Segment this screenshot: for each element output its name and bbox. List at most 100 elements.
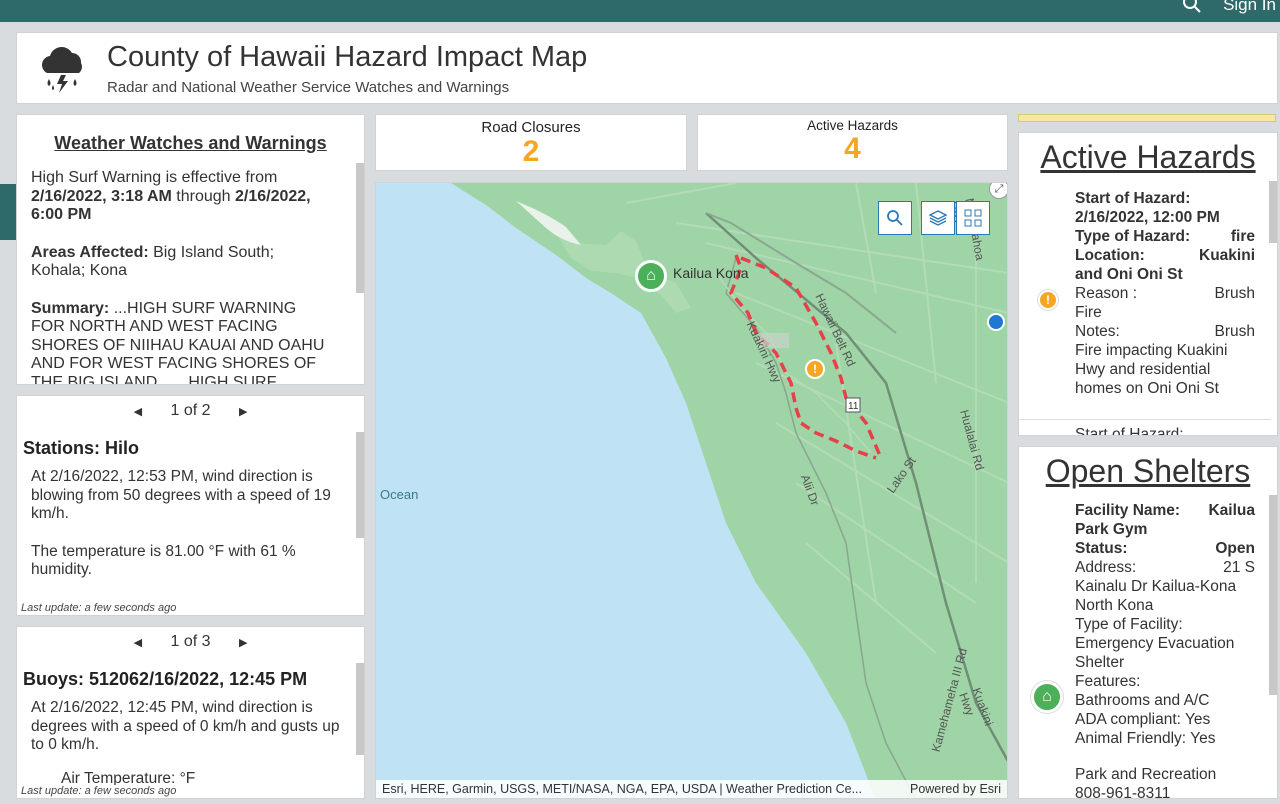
hazard-location-value: Kuakini	[1199, 247, 1255, 264]
hazard-type-label: Type of Hazard:	[1075, 228, 1191, 245]
hazard-notes-rest: Fire impacting Kuakini Hwy and residenti…	[1075, 342, 1228, 397]
areas-label: Areas Affected:	[31, 243, 149, 261]
background-strip	[0, 184, 16, 240]
hazard-map-marker[interactable]: !	[805, 359, 825, 379]
hazard-type-row: Type of Hazard: fire	[1075, 227, 1255, 246]
road-closures-label: Road Closures	[481, 119, 581, 136]
hazard-location-label: Location:	[1075, 247, 1145, 264]
animal-label: Animal Friendly:	[1075, 730, 1187, 747]
active-hazards-value: 4	[844, 132, 861, 165]
buoys-page-count: 1 of 3	[170, 633, 211, 650]
page-subtitle: Radar and National Weather Service Watch…	[107, 79, 510, 96]
hazard-list-item-next[interactable]: Start of Hazard:	[1075, 425, 1255, 435]
status-bar	[1018, 114, 1276, 122]
hazard-location-rest: and Oni Oni St	[1075, 266, 1183, 283]
warning-icon: !	[1038, 290, 1058, 310]
prev-arrow-icon[interactable]: ◀	[134, 405, 142, 418]
facility-label: Facility Name:	[1075, 502, 1181, 519]
open-shelters-title: Open Shelters	[1045, 453, 1251, 489]
stations-body: At 2/16/2022, 12:53 PM, wind direction i…	[31, 468, 341, 599]
page-title: County of Hawaii Hazard Impact Map	[107, 41, 588, 73]
ada-value: Yes	[1185, 711, 1211, 728]
animal-value: Yes	[1190, 730, 1216, 747]
effective-from: 2/16/2022, 3:18 AM	[31, 187, 172, 205]
facility-row: Facility Name: Kailua	[1075, 501, 1255, 520]
next-arrow-icon[interactable]: ▶	[239, 405, 247, 418]
last-update: Last update: a few seconds ago	[21, 602, 177, 614]
map-search-button[interactable]	[878, 201, 912, 235]
top-bar: Sign In	[0, 0, 1280, 22]
buoys-pager: ◀ 1 of 3 ▶	[17, 633, 364, 651]
storm-cloud-icon	[42, 47, 82, 93]
scrollbar[interactable]	[1269, 181, 1277, 243]
sign-in-link[interactable]: Sign In	[1223, 0, 1276, 15]
road-closures-value: 2	[522, 135, 540, 168]
scrollbar[interactable]	[1269, 495, 1277, 695]
facility-value: Kailua	[1208, 502, 1255, 519]
facility-rest: Park Gym	[1075, 521, 1148, 538]
summary-label: Summary:	[31, 299, 110, 317]
attribution-text: Esri, HERE, Garmin, USGS, METI/NASA, NGA…	[382, 782, 862, 796]
expand-icon[interactable]: ⤢	[989, 183, 1007, 199]
layers-icon	[928, 210, 948, 226]
shelter-list-item[interactable]: Facility Name: Kailua Park Gym Status: Ope…	[1075, 501, 1255, 799]
open-shelters-panel: Open Shelters ⌂ Facility Name: Kailua Par…	[1018, 446, 1278, 799]
ocean-label: Ocean	[380, 487, 419, 502]
hazard-start-label: Start of Hazard:	[1075, 190, 1191, 207]
dept: Park and Recreation	[1075, 766, 1217, 783]
features-value: Bathrooms and A/C	[1075, 692, 1210, 709]
weather-warnings-panel: Weather Watches and Warnings High Surf W…	[16, 114, 365, 385]
scrollbar[interactable]	[356, 663, 364, 755]
search-icon[interactable]	[1182, 0, 1202, 14]
next-arrow-icon[interactable]: ▶	[239, 636, 247, 649]
powered-by-esri[interactable]: Powered by Esri	[910, 780, 1001, 798]
prev-arrow-icon[interactable]: ◀	[134, 636, 142, 649]
active-hazards-title: Active Hazards	[1040, 139, 1256, 175]
hazard-notes-row: Notes: Brush	[1075, 322, 1255, 341]
scrollbar[interactable]	[356, 163, 364, 293]
active-hazards-indicator: Active Hazards 4	[697, 114, 1008, 171]
hazard-reason-value: Brush	[1214, 285, 1256, 302]
map-basemap-gallery-button[interactable]	[956, 201, 990, 235]
weather-warnings-body: High Surf Warning is effective from 2/16…	[31, 169, 331, 384]
hazard-notes-label: Notes:	[1075, 323, 1120, 340]
ada-label: ADA compliant:	[1075, 711, 1181, 728]
town-label: Kailua Kona	[673, 265, 749, 281]
shelter-map-marker[interactable]: ⌂	[635, 260, 667, 292]
hazard-reason-rest: Fire	[1075, 304, 1102, 321]
buoys-wind-text: At 2/16/2022, 12:45 PM, wind direction i…	[31, 699, 340, 753]
water-drop-marker[interactable]	[987, 313, 1005, 331]
stations-pager: ◀ 1 of 2 ▶	[17, 402, 364, 420]
hazard-type-value: fire	[1230, 228, 1255, 245]
map-view[interactable]: 11 Ocean ⌂ Kailua Kona ! Hawaii Belt Rd …	[375, 182, 1008, 799]
map-attribution: Esri, HERE, Garmin, USGS, METI/NASA, NGA…	[376, 780, 1007, 798]
route-shield: 11	[848, 401, 859, 412]
phone: 808-961-8311	[1075, 785, 1171, 799]
search-icon	[887, 210, 903, 226]
scrollbar[interactable]	[356, 432, 364, 538]
hazard-location-row: Location: Kuakini	[1075, 246, 1255, 265]
animal-row: Animal Friendly: Yes	[1075, 729, 1255, 748]
hazard-start-value: 2/16/2022, 12:00 PM	[1075, 209, 1220, 226]
through-word: through	[176, 187, 231, 205]
divider	[1019, 419, 1271, 420]
header: County of Hawaii Hazard Impact Map Radar…	[16, 32, 1278, 104]
stations-page-count: 1 of 2	[170, 402, 211, 419]
address-value: 21 S	[1223, 559, 1255, 576]
shelter-icon: ⌂	[1031, 681, 1063, 713]
stations-temp-text: The temperature is 81.00 °F with 61 % hu…	[31, 542, 296, 579]
buoys-title: Buoys: 512062/16/2022, 12:45 PM	[23, 669, 308, 689]
map-layers-button[interactable]	[921, 201, 955, 235]
road-closures-indicator: Road Closures 2	[375, 114, 687, 171]
status-label: Status:	[1075, 540, 1128, 557]
stations-panel: ◀ 1 of 2 ▶ Stations: Hilo At 2/16/2022, …	[16, 395, 365, 616]
active-hazards-label: Active Hazards	[807, 118, 898, 133]
status-value: Open	[1215, 540, 1255, 557]
type-label: Type of Facility:	[1075, 616, 1183, 633]
weather-warnings-title: Weather Watches and Warnings	[54, 133, 327, 153]
address-label: Address:	[1075, 559, 1137, 576]
stations-wind-text: At 2/16/2022, 12:53 PM, wind direction i…	[31, 468, 331, 522]
hazard-list-item[interactable]: Start of Hazard: 2/16/2022, 12:00 PM Typ…	[1075, 189, 1255, 398]
buoys-panel: ◀ 1 of 3 ▶ Buoys: 512062/16/2022, 12:45 …	[16, 626, 365, 799]
